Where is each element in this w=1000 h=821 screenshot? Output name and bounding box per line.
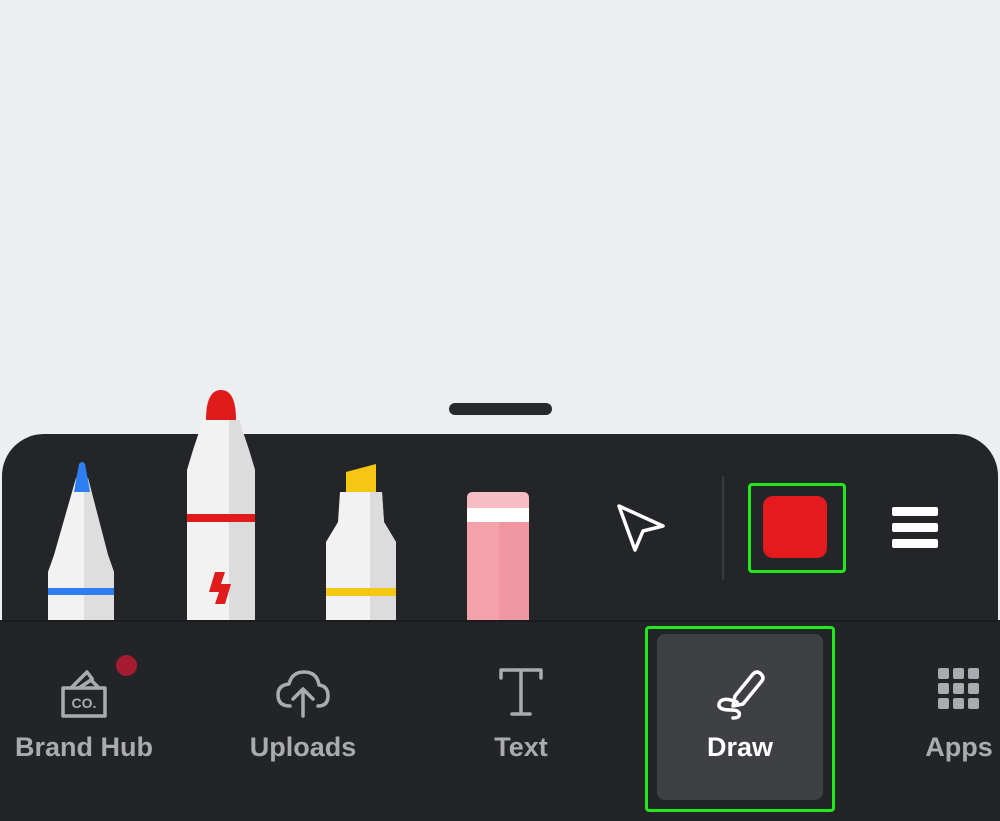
eraser-tool[interactable] bbox=[463, 492, 533, 622]
eraser-icon bbox=[467, 492, 529, 622]
nav-label-brand-hub: Brand Hub bbox=[15, 732, 153, 762]
nav-item-apps[interactable]: Apps bbox=[920, 628, 998, 804]
nav-item-text[interactable]: Text bbox=[446, 628, 596, 804]
apps-grid-icon bbox=[936, 666, 982, 717]
hamburger-menu-icon[interactable] bbox=[890, 505, 940, 551]
nav-label-uploads: Uploads bbox=[249, 732, 357, 762]
highlighter-icon bbox=[326, 464, 396, 622]
nav-item-draw[interactable]: Draw bbox=[665, 628, 815, 804]
brand-hub-notification-badge bbox=[116, 655, 137, 676]
nav-label-draw: Draw bbox=[706, 732, 774, 762]
design-canvas[interactable] bbox=[0, 0, 1000, 440]
nav-item-brand-hub[interactable]: CO. Brand Hub bbox=[8, 628, 160, 804]
cloud-upload-icon bbox=[274, 666, 332, 725]
panel-drag-handle[interactable] bbox=[449, 403, 552, 415]
pen-icon bbox=[48, 462, 114, 622]
pointer-arrow-icon bbox=[617, 504, 665, 552]
brand-kit-icon: CO. bbox=[57, 666, 111, 725]
color-picker-swatch[interactable] bbox=[763, 496, 827, 558]
draw-icon bbox=[713, 666, 767, 725]
marker-tool[interactable] bbox=[185, 390, 257, 622]
nav-label-apps: Apps bbox=[925, 732, 993, 762]
highlighter-tool[interactable] bbox=[324, 462, 398, 622]
pen-tool[interactable] bbox=[44, 460, 120, 622]
select-tool[interactable] bbox=[612, 500, 668, 556]
svg-text:CO.: CO. bbox=[72, 695, 97, 711]
nav-label-text: Text bbox=[494, 732, 548, 762]
toolbar-divider bbox=[722, 476, 724, 580]
nav-item-uploads[interactable]: Uploads bbox=[228, 628, 378, 804]
marker-icon bbox=[187, 390, 255, 622]
text-icon bbox=[496, 666, 546, 725]
